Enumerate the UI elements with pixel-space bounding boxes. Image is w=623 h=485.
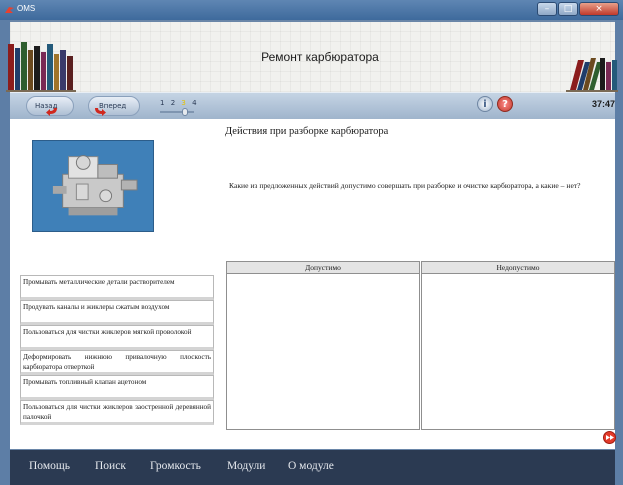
page-slider[interactable] [160, 108, 194, 116]
allowed-dropzone[interactable]: Допустимо [226, 261, 420, 430]
question-text: Какие из предложенных действий допустимо… [229, 181, 581, 190]
section-title: Действия при разборке карбюратора [225, 126, 389, 137]
back-button[interactable]: Назад [26, 96, 74, 116]
menu-help[interactable]: Помощь [29, 460, 70, 472]
draggable-item[interactable]: Продувать каналы и жиклеры сжатым воздух… [20, 300, 214, 325]
help-button[interactable]: ? [497, 96, 513, 112]
menu-about[interactable]: О модуле [288, 460, 334, 472]
timer: 37:47 [592, 99, 616, 109]
carburetor-image [32, 140, 154, 232]
menu-volume[interactable]: Громкость [150, 460, 201, 472]
forbidden-dropzone[interactable]: Недопустимо [421, 261, 615, 430]
page-4[interactable]: 4 [192, 99, 198, 107]
forward-arrow-icon [95, 108, 106, 116]
close-button[interactable]: × [579, 2, 619, 16]
page-title: Ремонт карбюратора [261, 50, 379, 64]
draggable-item[interactable]: Пользоваться для чистки жиклеров заостре… [20, 400, 214, 425]
draggable-item[interactable]: Деформировать нижнюю привалочную плоскос… [20, 350, 214, 375]
window-titlebar[interactable]: OMS – □ × [0, 0, 623, 20]
page-indicator: 1 2 3 4 [160, 99, 199, 107]
draggable-item[interactable]: Промывать металлические детали растворит… [20, 275, 214, 300]
back-arrow-icon [46, 108, 57, 116]
menu-modules[interactable]: Модули [227, 460, 265, 472]
next-arrow-icon[interactable] [602, 431, 617, 444]
navigation-bar: Назад Вперед 1 2 3 4 i ? [10, 92, 615, 120]
draggable-items-list: Промывать металлические детали растворит… [20, 275, 214, 425]
maximize-button[interactable]: □ [558, 2, 578, 16]
page-3-current[interactable]: 3 [181, 99, 187, 107]
draggable-item[interactable]: Пользоваться для чистки жиклеров мягкой … [20, 325, 214, 350]
draggable-item[interactable]: Промывать топливный клапан ацетоном [20, 375, 214, 400]
forbidden-dropzone-header: Недопустимо [422, 262, 614, 274]
bookshelf-right-image [566, 58, 618, 92]
info-button[interactable]: i [477, 96, 493, 112]
page-1[interactable]: 1 [160, 99, 166, 107]
page-slider-knob[interactable] [182, 108, 188, 116]
page-2[interactable]: 2 [171, 99, 177, 107]
oms-app-icon [5, 7, 14, 13]
minimize-button[interactable]: – [537, 2, 557, 16]
window-title: OMS [17, 4, 36, 13]
forward-button[interactable]: Вперед [88, 96, 140, 116]
menu-search[interactable]: Поиск [95, 460, 126, 472]
bookshelf-left-image [6, 42, 76, 92]
allowed-dropzone-header: Допустимо [227, 262, 419, 274]
